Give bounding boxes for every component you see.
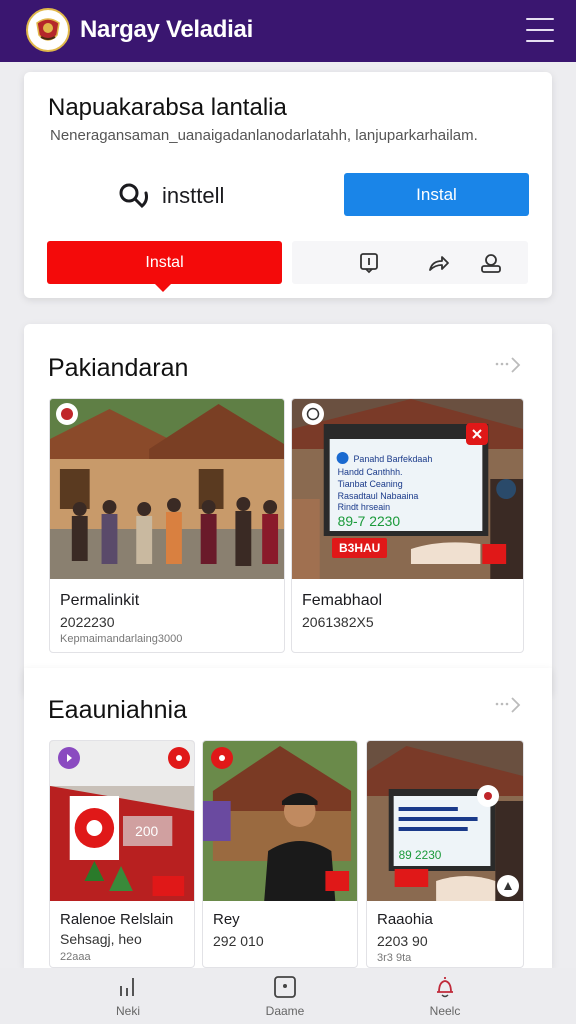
square-dot-icon (274, 976, 296, 998)
item-title: Raaohia (377, 911, 433, 928)
badge-icon (497, 875, 519, 897)
emblem-icon[interactable] (26, 8, 70, 52)
chevron-right-icon[interactable] (494, 696, 524, 716)
account-icon[interactable] (478, 250, 504, 276)
search-install-label: insttell (162, 183, 225, 208)
badge-icon (477, 785, 499, 807)
stats-icon (120, 978, 134, 996)
install-card: Napuakarabsa lantalia Neneragansaman_uan… (24, 72, 552, 298)
section-title: Eaauniahnia (48, 696, 188, 724)
nav-label: Neki (115, 1004, 140, 1018)
list-item[interactable]: Panahd Barfekdaah Handd Canthhh. Tianbat… (291, 398, 524, 653)
item-title: Rey (213, 911, 240, 928)
bell-icon (437, 977, 453, 998)
section-title: Pakiandaran (48, 354, 189, 382)
card-title: Napuakarabsa lantalia (48, 94, 287, 121)
item-subtitle: Kepmaimandarlaing3000 (60, 633, 183, 645)
item-meta: Sehsagj, heo (60, 931, 142, 947)
chevron-right-icon[interactable] (494, 356, 524, 376)
app-header: Nargay Veladiai (0, 0, 576, 62)
close-icon (466, 423, 488, 445)
screen-text-line: Handd Canthhh. (338, 467, 403, 477)
badge-icon (56, 403, 78, 425)
hamburger-menu-icon[interactable] (526, 18, 554, 42)
kiosk-screen-image: Panahd Barfekdaah Handd Canthhh. Tianbat… (292, 399, 523, 579)
nav-item-neki[interactable]: Neki (78, 974, 178, 1024)
list-item[interactable]: 89 2230 Raaohia 2203 90 3r3 9ta (366, 740, 524, 968)
screen-number: 89 2230 (399, 848, 442, 862)
status-tag: B3HAU (332, 538, 388, 558)
install-button-primary[interactable]: Instal (344, 173, 529, 216)
nav-label: Neelc (429, 1004, 461, 1018)
list-item[interactable]: 200 Ralenoe Relslain Sehsagj, heo 22aaa (49, 740, 195, 968)
item-meta: 2022230 (60, 614, 115, 630)
search-icon (119, 183, 148, 209)
item-title: Permalinkit (60, 592, 140, 609)
item-subtitle: 22aaa (60, 951, 91, 963)
bottom-navigation: Neki Daame Neelc (0, 968, 576, 1024)
screen-text-line: Rasadtaul Nabaaina (338, 491, 419, 501)
badge-icon (211, 747, 233, 769)
item-meta: 2061382X5 (302, 614, 374, 630)
list-item[interactable]: Rey 292 010 (202, 740, 358, 968)
app-title: Nargay Veladiai (80, 16, 253, 43)
nav-label: Daame (265, 1004, 305, 1018)
search-install-link[interactable]: insttell (118, 180, 224, 212)
item-title: Ralenoe Relslain (60, 911, 174, 928)
card-subtitle: Neneragansaman_uanaigadanlanodarlatahh, … (50, 127, 478, 144)
item-meta: 292 010 (213, 933, 264, 949)
screen-text-line: Rindt hrseain (338, 502, 391, 512)
install-button-secondary[interactable]: Instal (47, 241, 282, 284)
item-meta: 2203 90 (377, 933, 428, 949)
tab-pointer (155, 284, 171, 292)
badge-icon (168, 747, 190, 769)
nav-item-neelc[interactable]: Neelc (395, 974, 495, 1024)
badge-icon (58, 747, 80, 769)
badge-icon (302, 403, 324, 425)
section-eaauniahnia: Eaauniahnia 200 Ralenoe Relslain Sehsagj… (24, 668, 552, 968)
village-crowd-image (50, 399, 284, 579)
screen-text-line: Tianbat Ceaning (338, 479, 403, 489)
action-icon-strip (292, 241, 528, 284)
section-pakiandaran: Pakiandaran Permalinkit 2022230 Kepmaima… (24, 324, 552, 694)
screen-text-line: Panahd Barfekdaah (353, 454, 432, 464)
item-title: Femabhaol (302, 592, 383, 609)
nav-item-daame[interactable]: Daame (235, 974, 335, 1024)
screen-number: 89-7 2230 (338, 513, 401, 529)
list-item[interactable]: Permalinkit 2022230 Kepmaimandarlaing300… (49, 398, 285, 653)
sign-number: 200 (135, 823, 158, 839)
share-arrow-icon[interactable] (425, 250, 451, 276)
item-subtitle: 3r3 9ta (377, 952, 412, 964)
bookmark-icon[interactable] (356, 250, 382, 276)
